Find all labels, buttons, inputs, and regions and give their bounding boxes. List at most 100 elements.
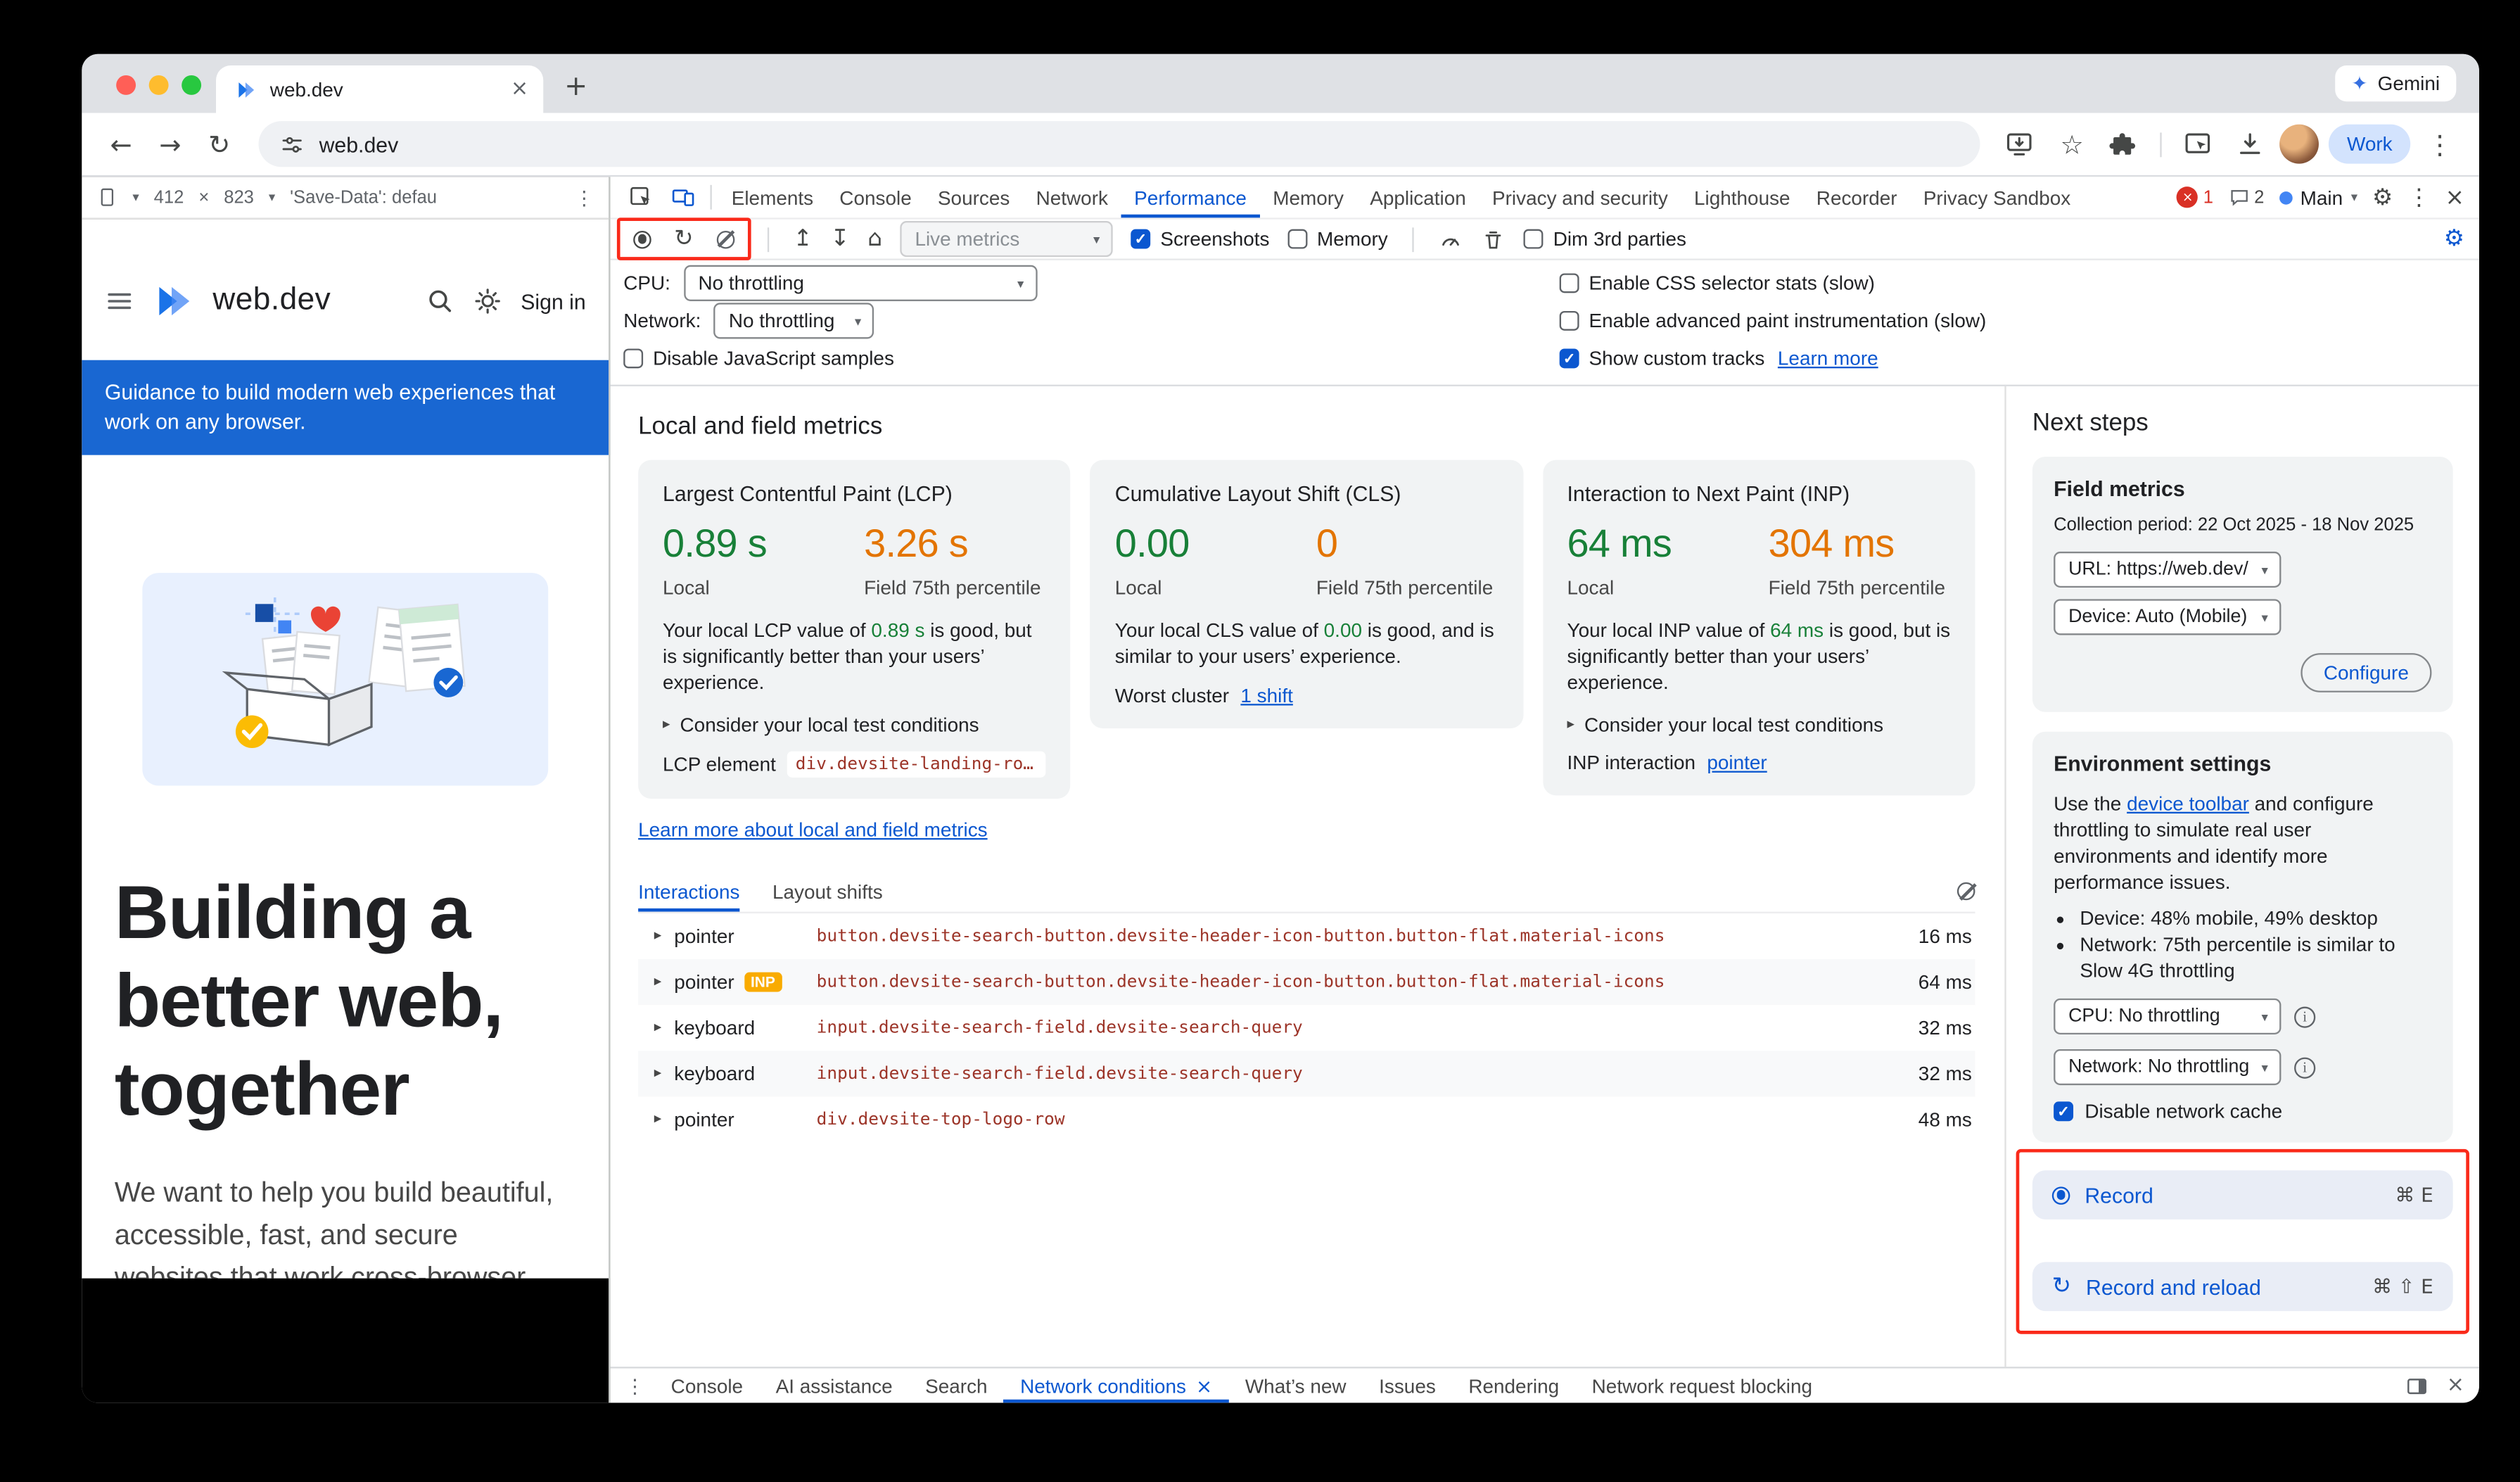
drawer-tab-network-conditions[interactable]: Network conditions × (1004, 1369, 1229, 1403)
lcp-test-conditions-expander[interactable]: ▸ Consider your local test conditions (663, 714, 1046, 737)
drawer-tab-search[interactable]: Search (909, 1369, 1004, 1403)
live-metrics-home-icon[interactable]: ⌂ (867, 226, 882, 252)
clear-icon[interactable] (716, 230, 734, 248)
field-url-select[interactable]: URL: https://web.dev/ ▾ (2054, 552, 2281, 588)
hamburger-menu-icon[interactable] (105, 286, 134, 316)
devtools-settings-icon[interactable]: ⚙ (2372, 184, 2393, 210)
record-and-reload-icon[interactable]: ↻ (674, 226, 693, 252)
dim-3rd-parties-checkbox[interactable]: ✓ Dim 3rd parties (1524, 227, 1686, 251)
zoom-select-icon[interactable]: ▾ (269, 190, 275, 205)
drawer-tab-console[interactable]: Console (654, 1369, 759, 1403)
interaction-row[interactable]: ▸ keyboard input.devsite-search-field.de… (638, 1051, 1975, 1096)
field-device-select[interactable]: Device: Auto (Mobile) ▾ (2054, 599, 2281, 635)
history-select[interactable]: Live metrics ▾ (901, 221, 1113, 257)
install-icon[interactable] (1997, 121, 2042, 167)
configure-button[interactable]: Configure (2301, 653, 2431, 692)
screenshots-checkbox[interactable]: ✓ Screenshots (1131, 227, 1269, 251)
drawer-tab-issues[interactable]: Issues (1363, 1369, 1452, 1403)
webdev-logo[interactable] (152, 280, 194, 322)
save-data-select[interactable]: 'Save-Data': defau (290, 187, 437, 207)
tab-memory[interactable]: Memory (1260, 177, 1357, 217)
caret-right-icon[interactable]: ▸ (642, 1111, 675, 1127)
custom-tracks-checkbox[interactable]: ✓ Show custom tracks (1560, 347, 1765, 370)
record-and-reload-button[interactable]: ↻ Record and reload ⌘ ⇧ E (2032, 1262, 2453, 1311)
dock-panel-icon[interactable] (2405, 1374, 2429, 1398)
close-icon[interactable]: × (1196, 1374, 1212, 1398)
css-selector-stats-checkbox[interactable]: ✓ Enable CSS selector stats (slow) (1560, 272, 1875, 295)
close-window-button[interactable] (116, 75, 136, 95)
tab-lighthouse[interactable]: Lighthouse (1681, 177, 1803, 217)
drawer-tab-whats-new[interactable]: What’s new (1229, 1369, 1363, 1403)
url-bar[interactable]: web.dev (259, 121, 1980, 167)
zoom-window-button[interactable] (182, 75, 201, 95)
env-cpu-select[interactable]: CPU: No throttling ▾ (2054, 999, 2281, 1034)
tab-close-icon[interactable]: × (511, 77, 528, 101)
profile-avatar[interactable] (2280, 125, 2319, 164)
load-profile-icon[interactable]: ↥ (793, 226, 812, 252)
network-gauge-icon[interactable] (1439, 227, 1463, 251)
sign-in-link[interactable]: Sign in (521, 289, 585, 314)
tab-privacy-security[interactable]: Privacy and security (1479, 177, 1681, 217)
drawer-tab-network-request-blocking[interactable]: Network request blocking (1575, 1369, 1828, 1403)
drawer-tab-rendering[interactable]: Rendering (1452, 1369, 1575, 1403)
new-tab-button[interactable]: + (555, 65, 597, 108)
inp-interaction-link[interactable]: pointer (1707, 752, 1767, 775)
interaction-row[interactable]: ▸ pointerINP button.devsite-search-butto… (638, 959, 1975, 1005)
device-toolbar-link[interactable]: device toolbar (2127, 792, 2249, 816)
tab-performance[interactable]: Performance (1121, 177, 1260, 217)
caret-right-icon[interactable]: ▸ (642, 928, 675, 944)
devtools-close-icon[interactable]: × (2445, 184, 2464, 210)
back-button[interactable]: ← (98, 121, 144, 167)
drawer-close-icon[interactable]: × (2447, 1374, 2464, 1398)
tab-sources[interactable]: Sources (924, 177, 1023, 217)
browser-tab[interactable]: web.dev × (216, 65, 543, 113)
disable-network-cache-checkbox[interactable]: ✓ Disable network cache (2054, 1100, 2431, 1123)
reload-button[interactable]: ↻ (196, 121, 242, 167)
inp-test-conditions-expander[interactable]: ▸ Consider your local test conditions (1567, 714, 1951, 737)
tab-privacy-sandbox[interactable]: Privacy Sandbox (1910, 177, 2084, 217)
site-settings-icon[interactable] (280, 132, 305, 156)
caret-right-icon[interactable]: ▸ (642, 1065, 675, 1082)
bookmark-star-icon[interactable]: ☆ (2049, 121, 2095, 167)
devtools-menu-icon[interactable]: ⋮ (2407, 184, 2431, 210)
tab-network[interactable]: Network (1023, 177, 1121, 217)
cpu-throttling-select[interactable]: No throttling ▾ (684, 265, 1037, 301)
memory-checkbox[interactable]: ✓ Memory (1287, 227, 1388, 251)
device-toolbar-menu-icon[interactable]: ⋮ (574, 186, 594, 209)
tab-application[interactable]: Application (1357, 177, 1479, 217)
paint-instrumentation-checkbox[interactable]: ✓ Enable advanced paint instrumentation … (1560, 310, 1987, 333)
minimize-window-button[interactable] (149, 75, 169, 95)
interaction-row[interactable]: ▸ pointer button.devsite-search-button.d… (638, 913, 1975, 959)
device-toolbar-toggle-icon[interactable] (661, 177, 704, 217)
cpu-info-icon[interactable]: i (2294, 1006, 2315, 1027)
inspect-element-icon[interactable] (618, 177, 661, 217)
network-info-icon[interactable]: i (2294, 1056, 2315, 1077)
save-profile-icon[interactable]: ↧ (830, 226, 849, 252)
search-icon[interactable] (426, 286, 455, 316)
window-cursor-icon[interactable] (2175, 121, 2221, 167)
custom-tracks-learn-more-link[interactable]: Learn more (1778, 347, 1878, 370)
caret-right-icon[interactable]: ▸ (642, 974, 675, 990)
network-throttling-select[interactable]: No throttling ▾ (714, 303, 874, 338)
interaction-row[interactable]: ▸ pointer div.devsite-top-logo-row 48 ms (638, 1096, 1975, 1142)
interaction-row[interactable]: ▸ keyboard input.devsite-search-field.de… (638, 1005, 1975, 1051)
metrics-learn-more-link[interactable]: Learn more about local and field metrics (638, 818, 987, 842)
device-select-icon[interactable] (96, 186, 117, 208)
chevron-down-icon[interactable]: ▾ (132, 190, 139, 205)
tab-elements[interactable]: Elements (718, 177, 827, 217)
theme-toggle-icon[interactable] (473, 286, 503, 316)
garbage-collect-icon[interactable] (1481, 227, 1506, 251)
site-logo-text[interactable]: web.dev (212, 283, 331, 319)
extensions-icon[interactable] (2101, 121, 2147, 167)
context-selector[interactable]: Main ▾ (2279, 186, 2357, 209)
record-button[interactable]: Record ⌘ E (2032, 1170, 2453, 1220)
capture-settings-gear-icon[interactable]: ⚙ (2444, 226, 2464, 252)
drawer-tab-ai-assistance[interactable]: AI assistance (759, 1369, 909, 1403)
disable-js-samples-checkbox[interactable]: ✓ Disable JavaScript samples (623, 347, 894, 370)
profile-button[interactable]: Work (2329, 125, 2410, 164)
tab-layout-shifts[interactable]: Layout shifts (772, 870, 883, 911)
clear-interactions-icon[interactable] (1957, 882, 1975, 901)
forward-button[interactable]: → (147, 121, 193, 167)
downloads-icon[interactable] (2227, 121, 2273, 167)
cls-shift-link[interactable]: 1 shift (1240, 684, 1292, 707)
